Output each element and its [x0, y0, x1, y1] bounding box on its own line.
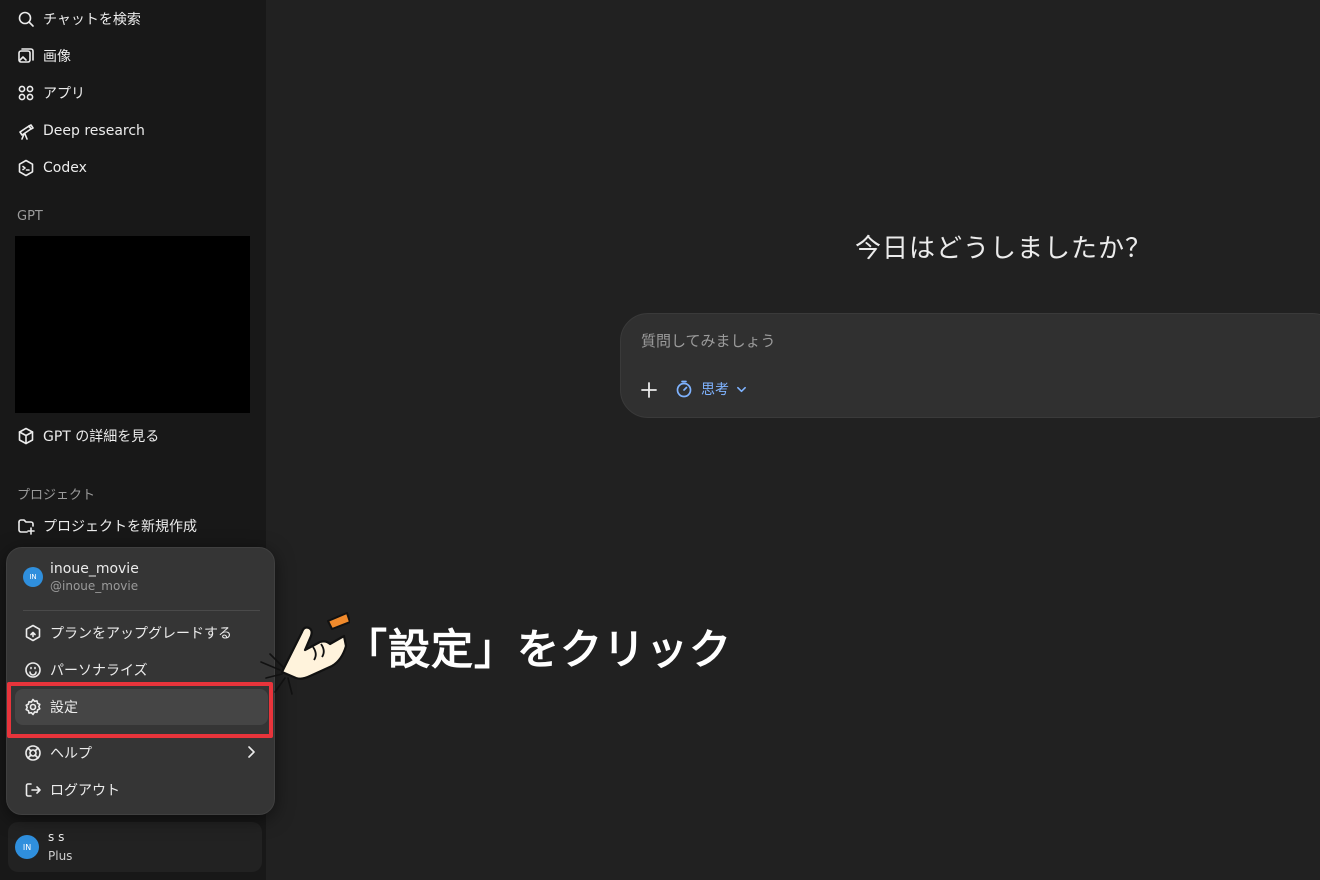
nav-label: GPT の詳細を見る — [43, 429, 160, 445]
logout-icon — [24, 781, 42, 799]
add-attachment-button[interactable] — [637, 378, 661, 402]
cube-icon — [17, 427, 35, 445]
nav-label: アプリ — [43, 86, 85, 102]
think-mode-button[interactable]: 思考 — [675, 376, 747, 402]
nav-label: プロジェクトを新規作成 — [43, 519, 197, 535]
chevron-down-icon — [737, 386, 746, 392]
help-icon — [24, 744, 42, 762]
menu-label: ログアウト — [50, 783, 120, 799]
upgrade-plan-item[interactable]: プランをアップグレードする — [15, 615, 268, 651]
user-name: inoue_movie — [50, 561, 139, 577]
nav-label: Codex — [43, 160, 87, 176]
composer: 思考 — [620, 313, 1320, 418]
nav-label: Deep research — [43, 123, 145, 139]
project-section-label: プロジェクト — [17, 488, 96, 503]
personalize-icon — [24, 661, 42, 679]
apps-icon — [17, 84, 35, 102]
greeting-title: 今日はどうしましたか？ — [855, 234, 1153, 264]
plus-icon — [641, 382, 657, 398]
account-plan: Plus — [48, 849, 73, 863]
account-name: s s — [48, 830, 65, 844]
pointing-hand-icon — [260, 612, 350, 695]
new-project-item[interactable]: プロジェクトを新規作成 — [8, 508, 258, 544]
gpt-list-redacted — [15, 236, 250, 413]
gpt-section-label: GPT — [17, 209, 43, 224]
telescope-icon — [17, 122, 35, 140]
folder-plus-icon — [17, 517, 35, 535]
user-handle: @inoue_movie — [50, 579, 139, 593]
menu-label: プランをアップグレードする — [50, 626, 232, 642]
instruction-callout: 「設定」をクリック — [345, 625, 733, 674]
menu-label: パーソナライズ — [50, 663, 148, 679]
menu-user-info: IN inoue_movie @inoue_movie — [23, 561, 139, 593]
avatar: IN — [23, 567, 43, 587]
logout-item[interactable]: ログアウト — [15, 772, 268, 808]
avatar: IN — [15, 835, 39, 859]
search-icon — [17, 10, 35, 28]
nav-label: 画像 — [43, 49, 71, 65]
menu-divider — [23, 610, 260, 611]
settings-highlight-box — [7, 682, 273, 738]
nav-label: チャットを検索 — [43, 12, 141, 28]
timer-icon — [676, 380, 692, 398]
upgrade-icon — [24, 624, 42, 642]
help-item[interactable]: ヘルプ — [15, 735, 268, 771]
account-button[interactable]: IN s s Plus — [8, 822, 262, 872]
apps-item[interactable]: アプリ — [8, 75, 258, 111]
think-label: 思考 — [701, 382, 729, 398]
account-menu-popup: IN inoue_movie @inoue_movie プランをアップグレードす… — [6, 547, 275, 815]
search-chats-item[interactable]: チャットを検索 — [8, 1, 258, 37]
codex-icon — [17, 159, 35, 177]
images-item[interactable]: 画像 — [8, 38, 258, 74]
prompt-input[interactable] — [641, 332, 1241, 350]
images-icon — [17, 47, 35, 65]
menu-label: ヘルプ — [50, 746, 92, 762]
chevron-right-icon — [244, 745, 258, 763]
deep-research-item[interactable]: Deep research — [8, 113, 258, 149]
explore-gpts-item[interactable]: GPT の詳細を見る — [8, 418, 258, 454]
codex-item[interactable]: Codex — [8, 150, 258, 186]
